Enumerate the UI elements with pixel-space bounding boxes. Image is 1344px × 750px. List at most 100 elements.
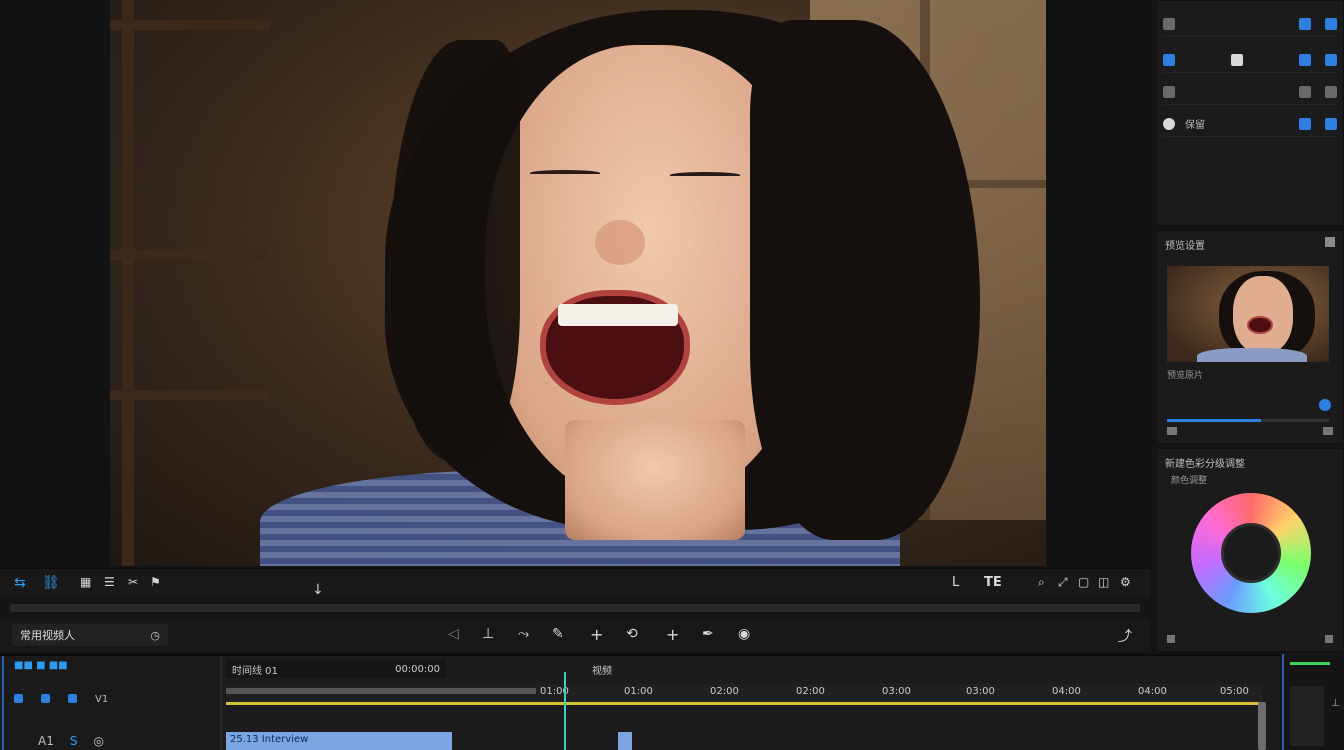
grid-icon[interactable]: ▦ (80, 575, 91, 589)
preview-thumbnail[interactable] (1167, 266, 1329, 362)
trim-tool-icon[interactable]: ⊥ (482, 626, 494, 642)
track-type-label: 视频 (592, 666, 612, 677)
mute-icon[interactable] (68, 694, 77, 703)
export-icon[interactable]: ⤴ (1118, 626, 1132, 646)
video-frame[interactable] (110, 0, 1046, 566)
track-name-field[interactable]: 常用视频人 ◷ (12, 624, 168, 646)
marker-icon[interactable]: ⚑ (150, 575, 161, 589)
track-label: V1 (95, 694, 109, 705)
scrub-bar[interactable] (10, 604, 1140, 612)
settings-icon[interactable] (1325, 17, 1337, 30)
add-marker-icon[interactable]: + (590, 625, 603, 644)
inspector-row[interactable] (1163, 11, 1337, 37)
add-effect-icon[interactable] (1163, 117, 1175, 130)
preview-caption: 预览原片 (1167, 371, 1204, 381)
color-wheel-center[interactable] (1221, 523, 1281, 583)
ruler-label: 01:00 (624, 686, 653, 697)
level-indicator (1290, 662, 1330, 665)
timeline-clip[interactable]: 25.13 Interview (226, 732, 452, 750)
timeline-clip-small[interactable] (618, 732, 632, 750)
record-icon[interactable]: ◎ (93, 734, 103, 748)
ruler-label: 02:00 (710, 686, 739, 697)
safe-zone-icon[interactable]: ▢ (1078, 575, 1089, 589)
ripple-tool-icon[interactable]: ⤳ (518, 626, 529, 642)
zoom-icon[interactable]: ⌕ (1038, 575, 1045, 590)
text-tool-label[interactable]: TE (984, 575, 1002, 590)
compare-icon[interactable]: ◫ (1098, 575, 1109, 589)
color-menu-icon[interactable] (1325, 635, 1333, 643)
expand-icon[interactable] (1323, 427, 1333, 435)
keyframe-icon[interactable] (1299, 85, 1311, 98)
settings-icon[interactable]: ⚙ (1120, 575, 1131, 589)
panel-menu-icon[interactable] (1325, 237, 1335, 247)
inspector-row[interactable] (1163, 79, 1337, 105)
fit-icon[interactable]: ⤢ (1058, 575, 1068, 590)
panel-title: 预览设置 (1165, 241, 1205, 252)
reset-color-icon[interactable] (1167, 635, 1175, 643)
link-icon[interactable]: ⛓ (42, 575, 60, 591)
level-label[interactable]: L (952, 575, 959, 590)
inspector-panel: 保留 (1156, 0, 1344, 226)
select-tool-icon[interactable]: ◁ (448, 626, 459, 642)
crop-icon[interactable] (1299, 17, 1311, 30)
render-bar (226, 702, 1262, 705)
clock-icon: ◷ (150, 628, 160, 642)
timeline-header: 时间线 01 00:00:00 (226, 660, 446, 678)
filter-icon[interactable] (1299, 53, 1311, 66)
time-ruler[interactable]: 01:00 01:00 02:00 02:00 03:00 03:00 04:0… (226, 684, 1262, 702)
viewer-scrubber[interactable]: ↓ (0, 582, 1150, 620)
track-label: A1 (38, 734, 54, 748)
ruler-label: 03:00 (966, 686, 995, 697)
refresh-icon[interactable] (1319, 399, 1331, 411)
preview-progress[interactable] (1167, 419, 1329, 422)
timecode-label: ■■ ■ ■■ (14, 660, 68, 671)
work-area-bar[interactable] (226, 688, 536, 694)
razor-tool-icon[interactable]: ✎ (552, 626, 564, 642)
clip-icon[interactable]: ✂ (128, 575, 138, 589)
audio-meter (1290, 686, 1324, 746)
inspector-row[interactable]: 保留 (1163, 111, 1337, 137)
tool-bar: 常用视频人 ◷ ◁ ⊥ ⤳ ✎ + ⟲ + ✒ ◉ ⤴ (0, 620, 1150, 652)
list-icon[interactable]: ☰ (104, 575, 115, 589)
fx-icon[interactable] (1325, 117, 1337, 130)
viewer-toolbar: ⇆ ⛓ ▦ ☰ ✂ ⚑ L TE ⌕ ⤢ ▢ ◫ ⚙ (0, 568, 1150, 596)
transform-icon (1163, 17, 1175, 30)
pen-tool-icon[interactable]: ✒ (702, 626, 714, 642)
lock-track-icon[interactable] (41, 694, 50, 703)
sequence-timecode: 00:00:00 (395, 663, 440, 675)
vertical-scrollbar[interactable] (1258, 702, 1266, 750)
ruler-label: 04:00 (1138, 686, 1167, 697)
layout-icon[interactable] (1231, 53, 1243, 66)
sync-icon[interactable]: ⇆ (14, 575, 26, 591)
ruler-label: 04:00 (1052, 686, 1081, 697)
panel-title: 新建色彩分级调整 (1165, 459, 1245, 470)
program-monitor (0, 0, 1150, 568)
scrub-head-icon[interactable]: ↓ (312, 582, 324, 598)
color-panel: 新建色彩分级调整 颜色调整 (1156, 448, 1344, 652)
ruler-label: 05:00 (1220, 686, 1249, 697)
slip-tool-icon[interactable]: ⟲ (626, 626, 638, 642)
preview-panel: 预览设置 预览原片 (1156, 230, 1344, 444)
track-headers: ■■ ■ ■■ V1 A1 S ◎ (2, 656, 222, 750)
ruler-label: 02:00 (796, 686, 825, 697)
playhead[interactable] (564, 672, 566, 750)
color-wheel[interactable] (1191, 493, 1311, 613)
track-name-text: 常用视频人 (20, 629, 75, 642)
audio-meter-panel: ⊥ (1282, 654, 1344, 750)
panel-subtitle: 颜色调整 (1171, 476, 1208, 486)
loop-icon[interactable] (1167, 427, 1177, 435)
reset-icon[interactable] (1325, 85, 1337, 98)
audio-icon (1163, 85, 1175, 98)
sequence-name[interactable]: 时间线 01 (232, 662, 278, 677)
pin-icon[interactable]: ⊥ (1331, 698, 1340, 709)
row-label: 保留 (1185, 120, 1205, 131)
inspector-row[interactable] (1163, 47, 1337, 73)
mask-icon[interactable] (1299, 117, 1311, 130)
speed-icon (1163, 53, 1175, 66)
color-tool-icon[interactable]: ◉ (738, 626, 750, 642)
eye-icon[interactable] (14, 694, 23, 703)
lock-icon[interactable] (1325, 53, 1337, 66)
insert-icon[interactable]: + (666, 625, 679, 644)
solo-icon[interactable]: S (70, 734, 78, 748)
ruler-label: 03:00 (882, 686, 911, 697)
